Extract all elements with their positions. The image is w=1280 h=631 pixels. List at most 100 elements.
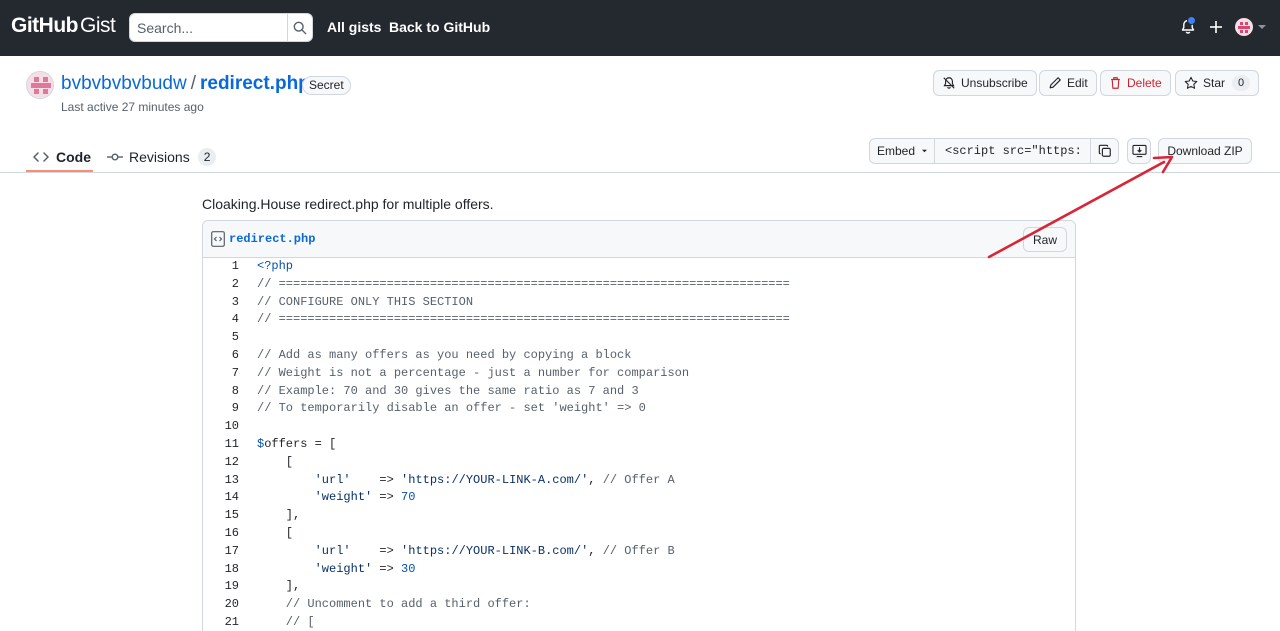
user-avatar-button[interactable] [1235, 18, 1253, 36]
code-line: 1 <?php [203, 258, 1075, 276]
line-number[interactable]: 21 [203, 614, 239, 631]
search-button[interactable] [287, 14, 312, 41]
active-tab-indicator [26, 170, 93, 172]
owner-link[interactable]: bvbvbvbvbudw [61, 73, 187, 94]
line-number[interactable]: 4 [203, 311, 239, 329]
search-input[interactable] [130, 14, 289, 41]
embed-url-field[interactable] [935, 138, 1090, 164]
code-line: 3 // CONFIGURE ONLY THIS SECTION [203, 294, 1075, 312]
code-token: 70 [401, 490, 416, 505]
line-number[interactable]: 10 [203, 418, 239, 436]
notification-indicator [1187, 16, 1196, 25]
line-number[interactable]: 3 [203, 294, 239, 312]
line-number[interactable]: 18 [203, 561, 239, 579]
file-header: redirect.php Raw [203, 221, 1075, 258]
line-number[interactable]: 20 [203, 596, 239, 614]
code-token: 'url' [314, 472, 351, 487]
line-number[interactable]: 16 [203, 525, 239, 543]
gist-description: Cloaking.House redirect.php for multiple… [202, 196, 494, 212]
code-line: 5 [203, 329, 1075, 347]
download-zip-button[interactable]: Download ZIP [1158, 138, 1252, 164]
user-menu-caret[interactable] [1257, 18, 1267, 36]
caret-down-icon [1258, 25, 1266, 29]
line-number[interactable]: 15 [203, 507, 239, 525]
line-number[interactable]: 13 [203, 472, 239, 490]
line-number[interactable]: 14 [203, 489, 239, 507]
unsubscribe-button[interactable]: Unsubscribe [933, 70, 1037, 96]
open-with-desktop-button[interactable] [1127, 138, 1151, 164]
line-content: $offers = [ [239, 436, 336, 454]
code-token: 'https://YOUR-LINK-B.com/' [401, 543, 589, 558]
line-number[interactable]: 5 [203, 329, 239, 347]
code-line: 10 [203, 418, 1075, 436]
logo-github-text: GitHub [11, 14, 78, 37]
tab-code-label: Code [56, 149, 91, 165]
star-button[interactable]: Star 0 [1175, 70, 1260, 96]
trash-icon [1111, 77, 1120, 89]
top-header: GitHubGist All gists Back to GitHub [0, 0, 1280, 56]
line-number[interactable]: 7 [203, 365, 239, 383]
star-icon [1184, 76, 1198, 89]
code-view: 1 <?php 2 // ==============================… [203, 258, 1075, 631]
code-token: 'url' [314, 543, 351, 558]
line-content: 'weight' => 70 [239, 489, 416, 507]
tab-revisions[interactable]: Revisions 2 [107, 142, 217, 172]
line-number[interactable]: 19 [203, 578, 239, 596]
code-line: 2 // ====================================… [203, 276, 1075, 294]
tab-code[interactable]: Code [33, 142, 91, 172]
edit-button[interactable]: Edit [1039, 70, 1097, 96]
delete-button[interactable]: Delete [1100, 70, 1171, 96]
code-token: ], [257, 508, 301, 523]
code-token: [ [257, 525, 294, 540]
line-content: // Uncomment to add a third offer: [239, 596, 531, 614]
line-number[interactable]: 17 [203, 543, 239, 561]
github-gist-logo[interactable]: GitHubGist [11, 14, 116, 38]
raw-button[interactable]: Raw [1022, 227, 1067, 252]
code-token: // =====================================… [257, 276, 790, 291]
logo-gist-text: Gist [79, 14, 116, 37]
line-content: // Example: 70 and 30 gives the same rat… [239, 383, 639, 401]
code-line: 13 'url' => 'https://YOUR-LINK-A.com/', … [203, 472, 1075, 490]
code-token: 'weight' [314, 561, 373, 576]
code-token: => [372, 561, 402, 576]
secret-badge: Secret [302, 76, 351, 95]
gist-filename-link[interactable]: redirect.php [200, 73, 310, 94]
desktop-download-icon [1131, 144, 1147, 158]
search-box [129, 13, 313, 42]
line-content: [ [239, 525, 293, 543]
code-token: , [588, 472, 603, 487]
line-content [239, 418, 257, 436]
line-number[interactable]: 12 [203, 454, 239, 472]
line-number[interactable]: 2 [203, 276, 239, 294]
line-number[interactable]: 6 [203, 347, 239, 365]
file-code-icon [211, 231, 225, 247]
line-number[interactable]: 8 [203, 383, 239, 401]
code-token: => [350, 472, 402, 487]
code-line: 6 // Add as many offers as you need by co… [203, 347, 1075, 365]
plus-icon [1210, 21, 1222, 33]
nav-all-gists[interactable]: All gists [327, 19, 381, 35]
embed-select[interactable]: Embed [869, 138, 935, 164]
line-number[interactable]: 11 [203, 436, 239, 454]
code-token: // =====================================… [257, 312, 790, 327]
avatar-icon [1235, 18, 1253, 36]
create-new-button[interactable] [1207, 18, 1225, 36]
file-name-link[interactable]: redirect.php [229, 232, 315, 246]
code-line: 19 ], [203, 578, 1075, 596]
copy-embed-button[interactable] [1090, 138, 1119, 164]
line-content: // CONFIGURE ONLY THIS SECTION [239, 294, 473, 312]
code-token: , [588, 543, 603, 558]
line-number[interactable]: 9 [203, 400, 239, 418]
gist-header: bvbvbvbvbudw / redirect.php Secret Last ac… [0, 56, 1280, 173]
owner-avatar[interactable] [26, 71, 54, 99]
line-content: ], [239, 578, 300, 596]
line-number[interactable]: 1 [203, 258, 239, 276]
code-token: // Offer B [602, 543, 675, 558]
git-commit-icon [107, 153, 123, 161]
pencil-icon [1049, 77, 1061, 89]
embed-select-label: Embed [877, 144, 916, 158]
nav-back-to-github[interactable]: Back to GitHub [389, 19, 490, 35]
code-token: // Add as many offers as you need by cop… [257, 347, 632, 362]
